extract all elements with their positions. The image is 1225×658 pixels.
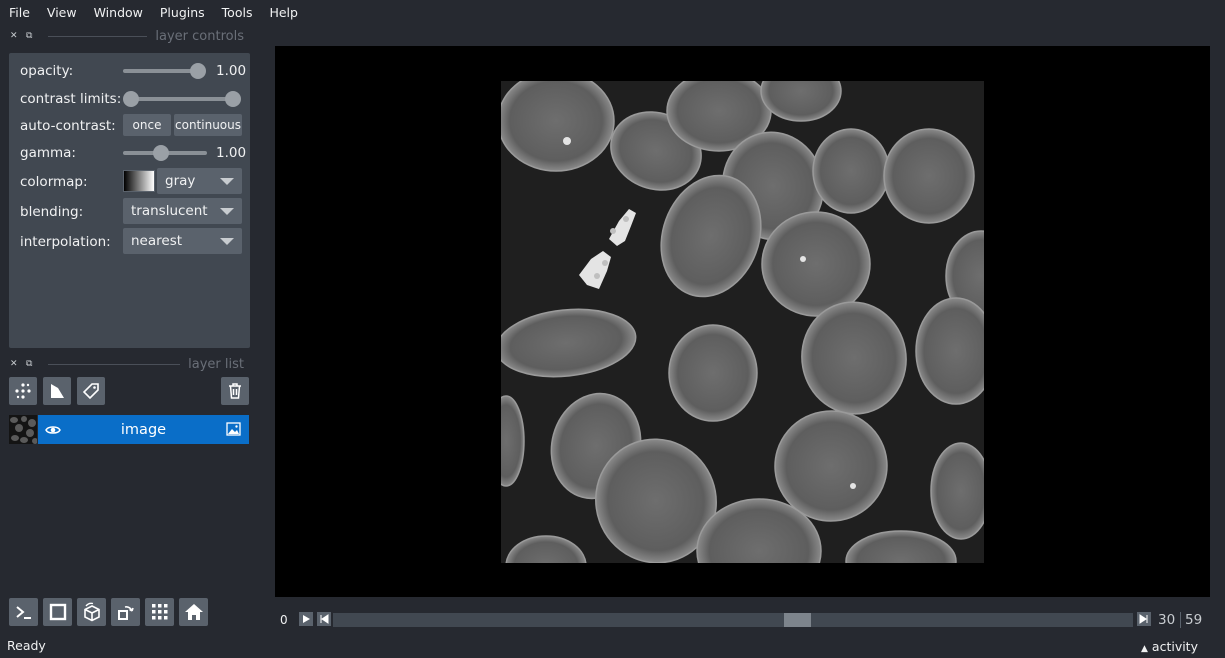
dock-title-divider — [48, 363, 181, 365]
chevron-down-icon — [220, 178, 234, 185]
new-points-icon — [15, 383, 31, 399]
dims-slider-handle[interactable] — [784, 613, 811, 627]
menu-help[interactable]: Help — [260, 5, 306, 20]
gamma-row: gamma: 1.00 — [9, 140, 250, 166]
new-shapes-icon — [51, 384, 64, 398]
contrast-limits-slider[interactable] — [131, 97, 233, 101]
opacity-row: opacity: 1.00 — [9, 58, 250, 84]
gamma-value[interactable]: 1.00 — [216, 145, 250, 161]
interpolation-value: nearest — [131, 233, 183, 249]
delete-icon — [229, 383, 241, 399]
opacity-slider[interactable] — [123, 69, 199, 73]
dock-float-icon[interactable]: ⧉ — [26, 31, 36, 41]
activity-toggle[interactable]: ▲ activity — [1141, 639, 1198, 654]
blending-value: translucent — [131, 203, 208, 219]
contrast-limits-high-handle[interactable] — [225, 91, 241, 107]
layer-controls-title: layer controls — [155, 28, 244, 44]
layer-thumbnail — [9, 415, 37, 444]
dims-separator — [1180, 612, 1181, 628]
layer-item-selected[interactable]: image — [38, 415, 249, 444]
transpose-button[interactable] — [111, 598, 140, 626]
new-labels-layer-button[interactable] — [77, 377, 105, 405]
dims-current-value[interactable]: 30 — [1158, 612, 1175, 628]
grid-view-button[interactable] — [145, 598, 174, 626]
play-button[interactable] — [299, 612, 313, 626]
opacity-label: opacity: — [20, 63, 74, 79]
image-layer-icon — [226, 422, 241, 436]
dims-max-value: 59 — [1185, 612, 1203, 628]
menu-plugins[interactable]: Plugins — [151, 5, 213, 20]
contrast-limits-row: contrast limits: — [9, 86, 250, 112]
layer-controls-panel: opacity: 1.00 contrast limits: auto-cont… — [9, 53, 250, 348]
menu-view[interactable]: View — [38, 5, 85, 20]
console-button[interactable] — [9, 598, 38, 626]
dock-close-icon[interactable]: ✕ — [10, 359, 20, 369]
menu-tools[interactable]: Tools — [213, 5, 261, 20]
gamma-slider-handle[interactable] — [153, 145, 169, 161]
layer-controls-dock-title: ✕ ⧉ layer controls — [10, 28, 244, 44]
layer-list-title: layer list — [188, 356, 244, 372]
interpolation-label: interpolation: — [20, 234, 111, 250]
console-icon — [15, 606, 31, 619]
viewer-canvas[interactable] — [275, 46, 1210, 597]
blending-select[interactable]: translucent — [123, 198, 242, 224]
opacity-slider-handle[interactable] — [190, 63, 206, 79]
auto-contrast-label: auto-contrast: — [20, 118, 116, 134]
new-labels-icon — [82, 383, 99, 400]
auto-contrast-row: auto-contrast: once continuous — [9, 113, 250, 139]
layer-list-item[interactable]: image — [9, 415, 249, 444]
ndisplay-button[interactable] — [43, 598, 72, 626]
contrast-limits-label: contrast limits: — [20, 91, 122, 107]
blending-label: blending: — [20, 204, 84, 220]
auto-contrast-continuous-button[interactable]: continuous — [174, 114, 242, 136]
new-points-layer-button[interactable] — [9, 377, 37, 405]
roll-dimensions-button[interactable] — [77, 598, 106, 626]
step-back-button[interactable] — [317, 612, 331, 626]
dim-axis-label: 0 — [280, 613, 288, 627]
ndisplay-square-icon — [49, 603, 66, 621]
colormap-select[interactable]: gray — [157, 168, 242, 194]
play-icon — [303, 615, 310, 623]
new-shapes-layer-button[interactable] — [43, 377, 71, 405]
activity-label: activity — [1151, 639, 1198, 654]
opacity-value[interactable]: 1.00 — [216, 63, 250, 79]
delete-layer-button[interactable] — [221, 377, 249, 405]
dock-float-icon[interactable]: ⧉ — [26, 359, 36, 369]
home-button[interactable] — [179, 598, 208, 626]
status-text: Ready — [7, 638, 46, 653]
layer-name[interactable]: image — [38, 422, 249, 438]
layer-list-dock-title: ✕ ⧉ layer list — [10, 356, 244, 372]
home-icon — [184, 604, 203, 620]
chevron-down-icon — [220, 238, 234, 245]
colormap-value: gray — [165, 173, 196, 189]
grid-icon — [151, 604, 167, 620]
menu-window[interactable]: Window — [85, 5, 151, 20]
image-layer-view — [501, 81, 984, 563]
step-forward-icon — [1139, 614, 1148, 624]
contrast-limits-low-handle[interactable] — [123, 91, 139, 107]
step-back-icon — [320, 614, 329, 624]
interpolation-select[interactable]: nearest — [123, 228, 242, 254]
transpose-icon — [117, 606, 134, 620]
chevron-down-icon — [220, 208, 234, 215]
menu-bar: File View Window Plugins Tools Help — [0, 0, 1225, 24]
auto-contrast-once-button[interactable]: once — [123, 114, 171, 136]
chevron-up-icon: ▲ — [1141, 644, 1148, 654]
gamma-label: gamma: — [20, 145, 76, 161]
step-forward-button[interactable] — [1137, 612, 1151, 626]
dock-title-divider — [48, 35, 148, 37]
dims-slider[interactable] — [333, 613, 1133, 627]
dims-slider-row: 0 30 59 — [275, 608, 1210, 632]
microscopy-image — [501, 81, 984, 563]
colormap-label: colormap: — [20, 174, 88, 190]
roll-3d-icon — [83, 602, 100, 622]
menu-file[interactable]: File — [0, 5, 38, 20]
layer-buttons — [9, 377, 249, 405]
colormap-swatch — [123, 170, 155, 192]
dock-close-icon[interactable]: ✕ — [10, 31, 20, 41]
